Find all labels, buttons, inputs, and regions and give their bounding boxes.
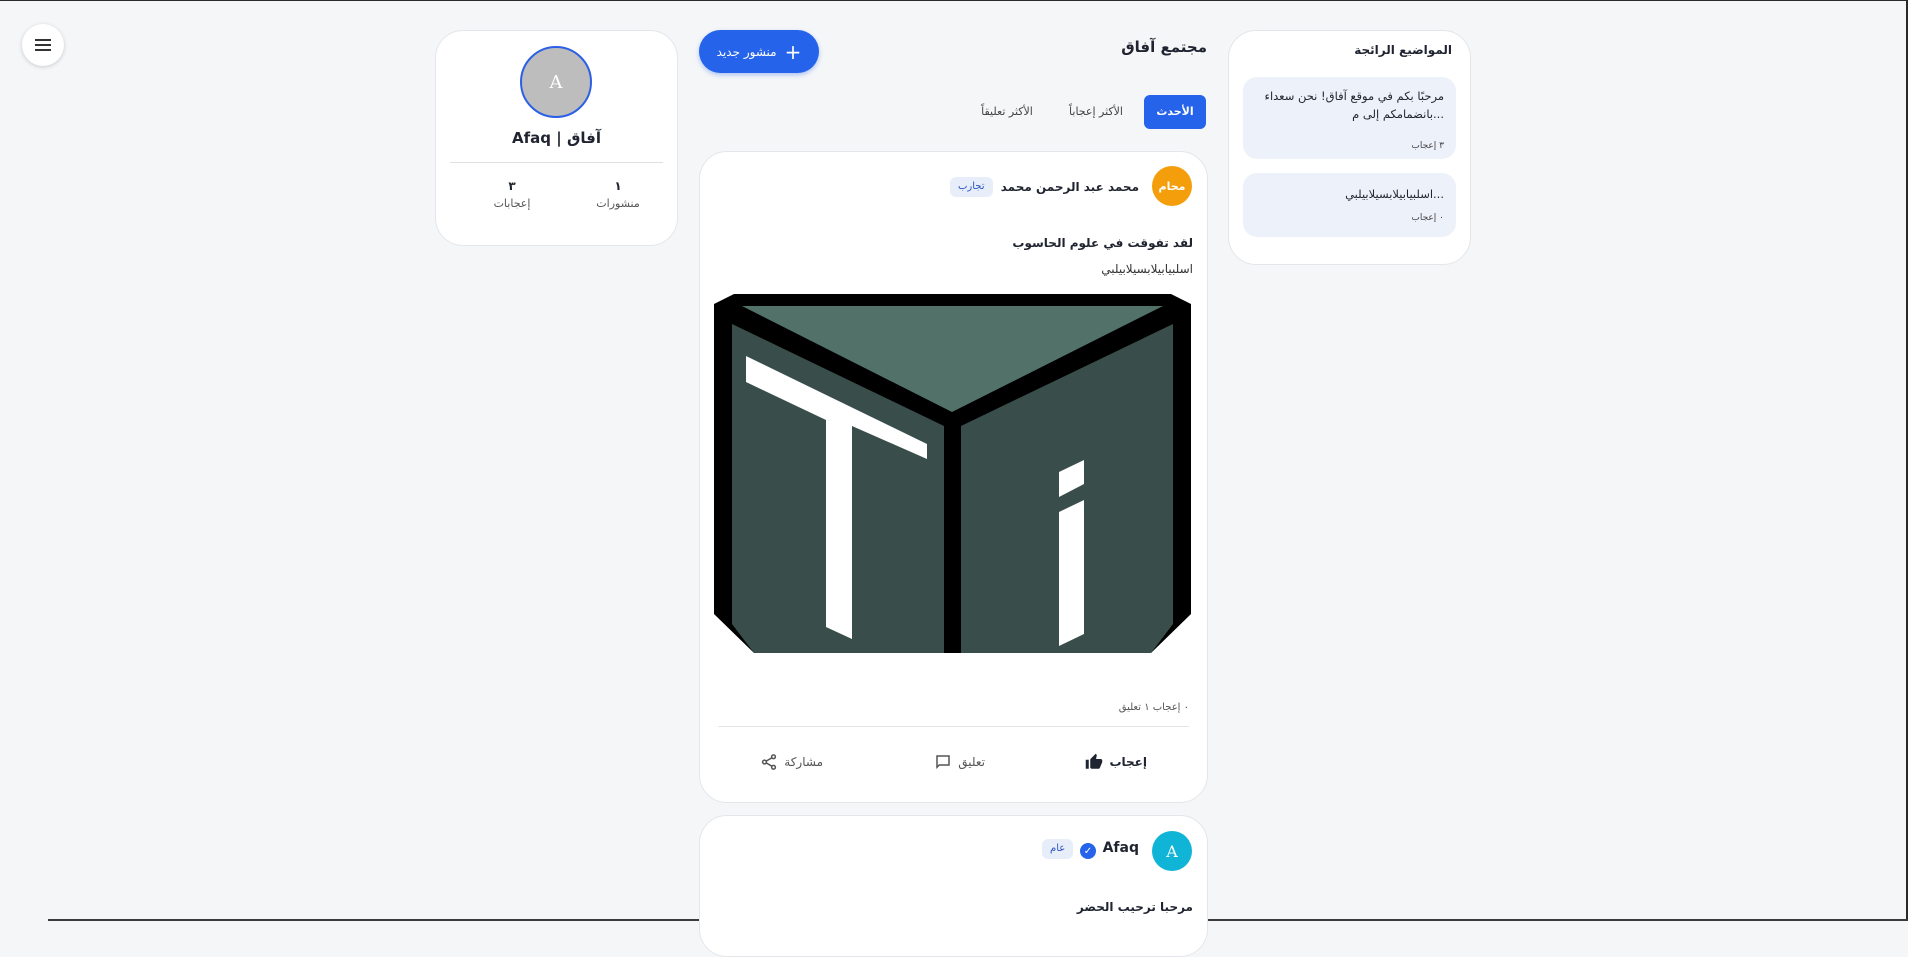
trending-card: المواضيع الرائجة مرحبًا بكم في موقع آفاق… (1228, 30, 1471, 265)
post-title: لقد تفوقت في علوم الحاسوب (1012, 236, 1193, 250)
hamburger-menu-icon (35, 44, 51, 46)
tab-most-commented[interactable]: الأكثر تعليقاً (966, 95, 1048, 129)
trending-item[interactable]: اسلبيابيلابسيلابيلبي... ٠ إعجاب (1243, 173, 1456, 237)
feed-tabs: الأحدث الأكثر إعجاباً الأكثر تعليقاً (960, 95, 1207, 129)
avatar[interactable]: A (520, 46, 592, 118)
like-label: إعجاب (1109, 755, 1147, 769)
trending-item-likes: ٠ إعجاب (1411, 213, 1444, 223)
post-card: محام محمد عبد الرحمن محمد تجارب لقد تفوق… (699, 151, 1208, 803)
author-name[interactable]: محمد عبد الرحمن محمد (1001, 180, 1139, 194)
trending-title: المواضيع الرائجة (1354, 43, 1452, 57)
post-body: اسلبيابيلابسيلابيلبي (1101, 262, 1193, 276)
stat-likes: ٣ إعجابات (462, 179, 562, 210)
menu-button[interactable] (22, 24, 64, 66)
trending-item[interactable]: مرحبًا بكم في موقع آفاق! نحن سعداء بانضم… (1243, 77, 1456, 159)
thumbs-up-icon (1086, 753, 1103, 769)
stat-posts-label: منشورات (596, 197, 640, 210)
window-top-border (0, 0, 1908, 1)
author-name[interactable]: Afaq (1103, 840, 1139, 856)
author-avatar[interactable]: A (1152, 831, 1192, 871)
tab-most-liked[interactable]: الأكثر إعجاباً (1058, 95, 1134, 129)
post-image[interactable] (714, 294, 1191, 653)
page-title: مجتمع آفاق (1121, 38, 1207, 56)
profile-card: A Afaq | آفاق ١ منشورات ٣ إعجابات (435, 30, 678, 246)
trending-item-text: مرحبًا بكم في موقع آفاق! نحن سعداء بانضم… (1264, 89, 1444, 121)
post-category-badge[interactable]: عام (1042, 839, 1074, 859)
post-title: مرحبا ترحيب الحضر (1076, 900, 1193, 914)
share-label: مشاركة (784, 755, 823, 769)
post-stats: ٠ إعجاب ١ تعليق (1118, 702, 1189, 713)
share-button[interactable]: مشاركة (760, 750, 823, 774)
divider (718, 726, 1189, 727)
stat-posts-value: ١ (614, 179, 622, 193)
like-button[interactable]: إعجاب (1085, 750, 1147, 774)
stat-likes-label: إعجابات (493, 197, 531, 210)
share-icon (762, 754, 777, 770)
new-post-label: منشور جديد (716, 44, 777, 59)
author-avatar[interactable]: محام (1152, 166, 1192, 206)
comment-button[interactable]: تعليق (934, 750, 985, 774)
stat-posts: ١ منشورات (568, 179, 668, 210)
post-card: A Afaq ✓ عام مرحبا ترحيب الحضر (699, 815, 1208, 957)
tab-latest[interactable]: الأحدث (1144, 95, 1206, 129)
verified-icon: ✓ (1080, 843, 1096, 859)
trending-item-text: اسلبيابيلابسيلابيلبي... (1345, 187, 1444, 201)
new-post-button[interactable]: منشور جديد + (699, 30, 819, 73)
stat-likes-value: ٣ (508, 179, 516, 193)
trending-item-likes: ٣ إعجاب (1411, 141, 1444, 151)
divider (450, 162, 663, 163)
comment-icon (936, 755, 951, 770)
plus-icon: + (784, 39, 802, 64)
ti-cube-logo-icon (714, 294, 1191, 653)
profile-name: Afaq | آفاق (512, 129, 601, 147)
comment-label: تعليق (958, 755, 985, 769)
post-category-badge[interactable]: تجارب (950, 177, 993, 197)
